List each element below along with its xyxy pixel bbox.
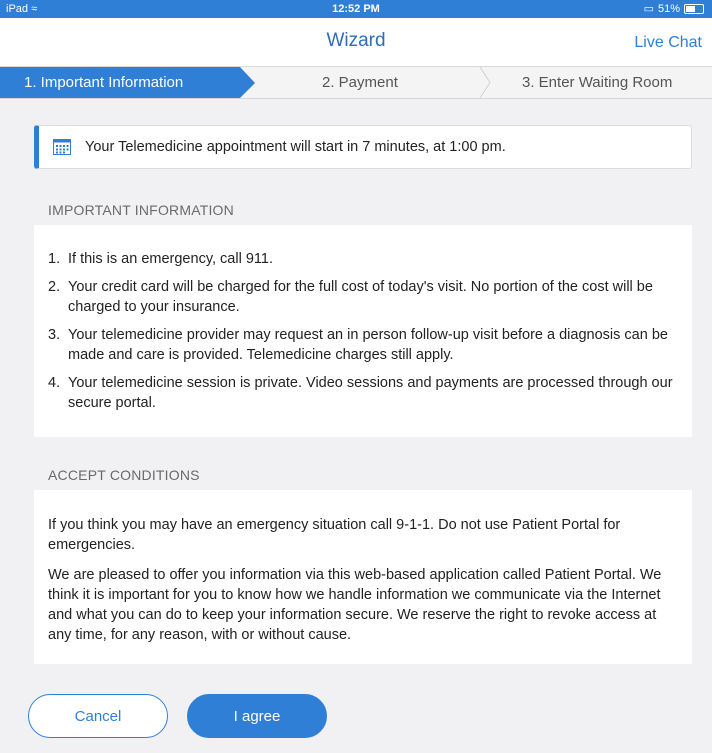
step-important-information[interactable]: 1. Important Information [0,67,255,98]
important-information-list: 1. If this is an emergency, call 911. 2. Y… [48,249,676,413]
list-item: 4. Your telemedicine session is private. … [48,373,676,413]
page-title: Wizard [326,30,386,51]
appointment-notice: Your Telemedicine appointment will start… [34,125,692,169]
accept-paragraph-terms: We are pleased to offer you information … [48,567,662,643]
list-item: 3. Your telemedicine provider may request… [48,325,676,365]
list-item-text: Your telemedicine provider may request a… [68,327,668,363]
step-payment[interactable]: 2. Payment [322,67,398,98]
list-item-number: 1. [48,251,61,267]
list-item-text: Your credit card will be charged for the… [68,279,653,315]
battery-percent: 51% [657,3,680,15]
live-chat-button[interactable]: Live Chat [634,34,702,52]
calendar-icon [53,139,71,155]
screen-mirror-icon: ▭ [643,3,654,15]
list-item-number: 4. [48,375,61,391]
important-information-card: 1. If this is an emergency, call 911. 2. Y… [34,225,692,437]
accept-conditions-heading: ACCEPT CONDITIONS [48,467,200,483]
list-item: 2. Your credit card will be charged for t… [48,277,676,317]
battery-icon [684,4,704,14]
status-bar: iPad ≈ 12:52 PM ▭ 51% [0,0,712,18]
wizard-steps: 1. Important Information 2. Payment 3. E… [0,67,712,99]
list-item-number: 3. [48,327,61,343]
list-item-number: 2. [48,279,61,295]
list-item-text: If this is an emergency, call 911. [68,251,273,267]
cancel-button[interactable]: Cancel [28,694,168,738]
accept-paragraph-emergency: If you think you may have an emergency s… [48,517,621,553]
list-item-text: Your telemedicine session is private. Vi… [68,375,673,411]
step-enter-waiting-room[interactable]: 3. Enter Waiting Room [522,67,672,98]
accept-conditions-card: If you think you may have an emergency s… [34,490,692,664]
nav-bar: Wizard Live Chat [0,18,712,67]
status-time: 12:52 PM [332,3,380,15]
list-item: 1. If this is an emergency, call 911. [48,249,676,269]
notice-text: Your Telemedicine appointment will start… [85,139,506,155]
important-information-heading: IMPORTANT INFORMATION [48,202,234,218]
status-right: ▭ 51% [644,0,704,18]
agree-button[interactable]: I agree [187,694,327,738]
step-separator-icon [479,67,491,98]
